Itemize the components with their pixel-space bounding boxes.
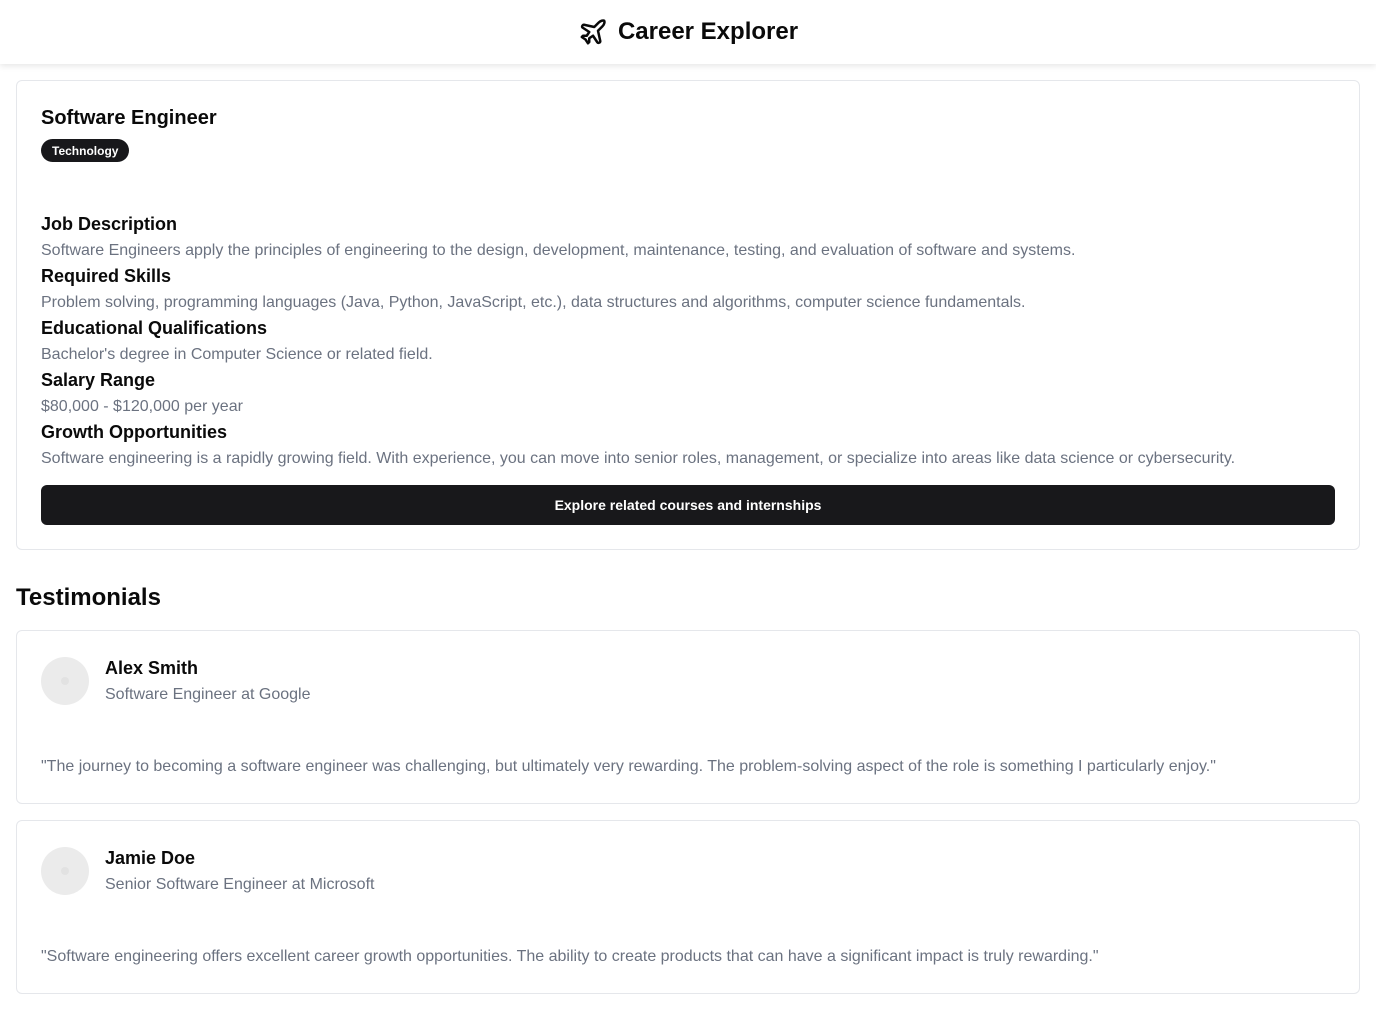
avatar-placeholder-icon [61,677,69,685]
job-description-section: Job Description Software Engineers apply… [41,213,1337,261]
testimonial-name: Alex Smith [105,658,199,678]
required-skills-section: Required Skills Problem solving, program… [41,265,1337,313]
salary-range-section: Salary Range $80,000 - $120,000 per year [41,369,1337,417]
top-navbar: Career Explorer [0,0,1376,64]
explore-courses-button[interactable]: Explore related courses and internships [41,485,1335,525]
educational-qualifications-section: Educational Qualifications Bachelor's de… [41,317,1337,365]
career-card: Software Engineer Technology Job Descrip… [16,80,1360,550]
growth-opportunities-section: Growth Opportunities Software engineerin… [41,421,1337,469]
testimonial-card: Alex Smith Software Engineer at Google "… [16,630,1360,804]
testimonial-quote: "The journey to becoming a software engi… [41,758,1216,775]
career-title: Software Engineer [41,107,217,129]
testimonial-card: Jamie Doe Senior Software Engineer at Mi… [16,820,1360,994]
category-badge: Technology [41,139,130,162]
testimonial-quote: "Software engineering offers excellent c… [41,948,1099,965]
avatar [41,847,89,895]
testimonial-name: Jamie Doe [105,848,196,868]
section-text: Bachelor's degree in Computer Science or… [41,346,433,363]
testimonials-heading: Testimonials [16,584,161,611]
section-heading: Job Description [41,214,178,234]
section-text: Software engineering is a rapidly growin… [41,450,1236,467]
plane-icon [578,17,608,47]
section-heading: Growth Opportunities [41,422,227,442]
avatar-placeholder-icon [61,867,69,875]
section-text: Software Engineers apply the principles … [41,242,1076,259]
testimonial-role: Senior Software Engineer at Microsoft [105,876,375,893]
avatar [41,657,89,705]
section-heading: Required Skills [41,266,172,286]
app-title: Career Explorer [617,18,799,45]
section-text: $80,000 - $120,000 per year [41,398,243,415]
section-text: Problem solving, programming languages (… [41,294,1026,311]
section-heading: Salary Range [41,370,156,390]
section-heading: Educational Qualifications [41,318,268,338]
testimonial-role: Software Engineer at Google [105,686,311,703]
brand[interactable]: Career Explorer [578,17,798,47]
